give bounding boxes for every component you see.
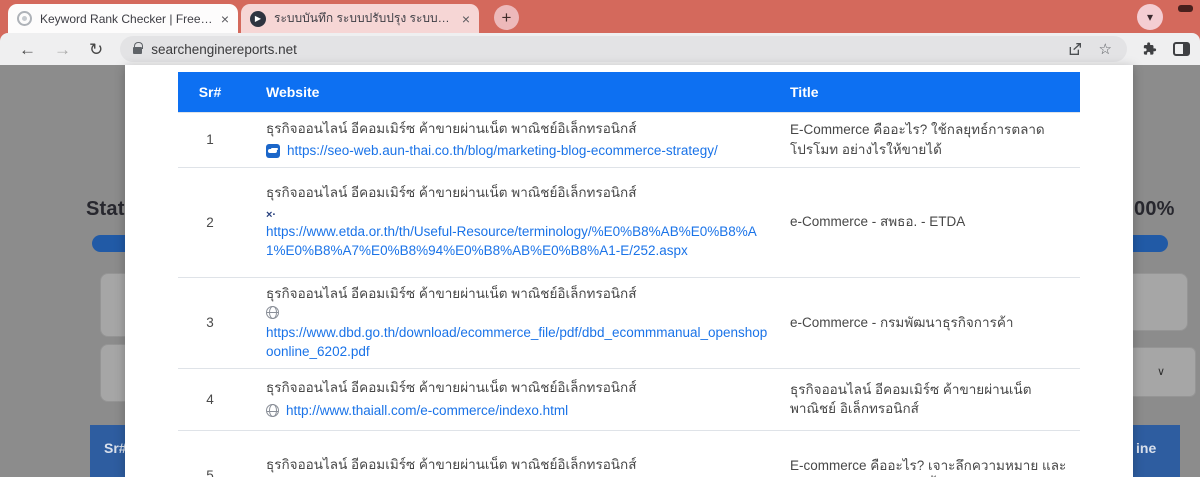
dimmed-select-dropdown[interactable]: ∨: [1124, 347, 1196, 397]
website-cell: ธุรกิจออนไลน์ อีคอมเมิร์ซ ค้าขายผ่านเน็ต…: [242, 277, 780, 368]
title-cell: ธุรกิจออนไลน์ อีคอมเมิร์ซ ค้าขายผ่านเน็ต…: [780, 368, 1080, 430]
sr-cell: 5: [178, 430, 242, 477]
bookmark-star-icon[interactable]: ☆: [1099, 40, 1112, 58]
table-header-row: Sr# Website Title: [178, 72, 1080, 112]
site-description: ธุรกิจออนไลน์ อีคอมเมิร์ซ ค้าขายผ่านเน็ต…: [266, 183, 770, 203]
tab-title: Keyword Rank Checker | Free Go: [40, 12, 215, 26]
tab-thai-system[interactable]: ▶ ระบบบันทึก ระบบปรับปรุง ระบบรายงาน ×: [241, 4, 479, 33]
tab-title: ระบบบันทึก ระบบปรับปรุง ระบบรายงาน: [274, 9, 456, 28]
share-icon[interactable]: [1067, 41, 1083, 57]
website-cell: ธุรกิจออนไลน์ อีคอมเมิร์ซ ค้าขายผ่านเน็ต…: [242, 112, 780, 167]
dimmed-percent-heading: 00%: [1134, 198, 1175, 221]
tab-strip: Keyword Rank Checker | Free Go × ▶ ระบบบ…: [0, 0, 1200, 33]
results-modal: Sr# Website Title 1 ธุรกิจออนไลน์ อีคอมเ…: [125, 65, 1133, 477]
sr-cell: 4: [178, 368, 242, 430]
side-panel-icon[interactable]: [1173, 42, 1190, 56]
browser-toolbar: ← → ↻ searchenginereports.net ☆: [0, 33, 1200, 65]
new-tab-button[interactable]: +: [494, 5, 519, 30]
extensions-puzzle-icon[interactable]: [1141, 41, 1157, 57]
site-description: ธุรกิจออนไลน์ อีคอมเมิร์ซ ค้าขายผ่านเน็ต…: [266, 284, 770, 304]
aun-thai-cloud-icon: [266, 144, 280, 158]
result-link[interactable]: https://www.etda.or.th/th/Useful-Resourc…: [266, 224, 757, 259]
page-content: Stat 00% ∨ Sr# ine Sr# Website Title 1 ธ…: [0, 65, 1200, 477]
table-row: 5 ธุรกิจออนไลน์ อีคอมเมิร์ซ ค้าขายผ่านเน…: [178, 430, 1080, 477]
tab-keyword-rank-checker[interactable]: Keyword Rank Checker | Free Go ×: [8, 4, 238, 33]
tab-search-chevron-icon[interactable]: ▾: [1137, 4, 1163, 30]
forward-button[interactable]: →: [54, 41, 71, 58]
tab2-favicon-arrow-icon: ▶: [250, 11, 266, 27]
result-link[interactable]: https://seo-web.aun-thai.co.th/blog/mark…: [287, 141, 718, 161]
reload-button[interactable]: ↻: [89, 41, 103, 58]
address-bar[interactable]: searchenginereports.net ☆: [120, 36, 1127, 62]
sr-cell: 1: [178, 112, 242, 167]
result-link[interactable]: https://www.dbd.go.th/download/ecommerce…: [266, 325, 767, 360]
dimmed-stat-heading: Stat: [86, 198, 125, 221]
title-cell: E-commerce คืออะไร? เจาะลึกความหมาย และโ…: [780, 430, 1080, 477]
chevron-down-icon: ∨: [1157, 365, 1165, 378]
sr-cell: 2: [178, 167, 242, 277]
table-row: 1 ธุรกิจออนไลน์ อีคอมเมิร์ซ ค้าขายผ่านเน…: [178, 112, 1080, 167]
table-row: 4 ธุรกิจออนไลน์ อีคอมเมิร์ซ ค้าขายผ่านเน…: [178, 368, 1080, 430]
lock-icon: [133, 47, 142, 54]
url-text[interactable]: searchenginereports.net: [151, 42, 1066, 57]
window-control-icon[interactable]: [1178, 5, 1193, 12]
title-cell: E-Commerce คืออะไร? ใช้กลยุทธ์การตลาดโปร…: [780, 112, 1080, 167]
broken-image-icon: [266, 210, 276, 221]
title-cell: e-Commerce - สพธอ. - ETDA: [780, 167, 1080, 277]
header-website: Website: [242, 72, 780, 112]
sr-cell: 3: [178, 277, 242, 368]
table-row: 2 ธุรกิจออนไลน์ อีคอมเมิร์ซ ค้าขายผ่านเน…: [178, 167, 1080, 277]
table-row: 3 ธุรกิจออนไลน์ อีคอมเมิร์ซ ค้าขายผ่านเน…: [178, 277, 1080, 368]
title-cell: e-Commerce - กรมพัฒนาธุรกิจการค้า: [780, 277, 1080, 368]
website-cell: ธุรกิจออนไลน์ อีคอมเมิร์ซ ค้าขายผ่านเน็ต…: [242, 430, 780, 477]
globe-icon: [266, 306, 279, 319]
tab1-favicon-swirl-icon: [17, 11, 32, 26]
header-sr: Sr#: [178, 72, 242, 112]
globe-icon: [266, 404, 279, 417]
tab-close-icon[interactable]: ×: [462, 12, 470, 26]
back-button[interactable]: ←: [19, 41, 36, 58]
header-title: Title: [780, 72, 1080, 112]
tab-close-icon[interactable]: ×: [221, 12, 229, 26]
site-description: ธุรกิจออนไลน์ อีคอมเมิร์ซ ค้าขายผ่านเน็ต…: [266, 378, 770, 398]
website-cell: ธุรกิจออนไลน์ อีคอมเมิร์ซ ค้าขายผ่านเน็ต…: [242, 167, 780, 277]
rank-results-table: Sr# Website Title 1 ธุรกิจออนไลน์ อีคอมเ…: [178, 72, 1080, 477]
dimmed-input-box: [1124, 273, 1188, 331]
browser-frame: Keyword Rank Checker | Free Go × ▶ ระบบบ…: [0, 0, 1200, 65]
result-link[interactable]: http://www.thaiall.com/e-commerce/indexo…: [286, 401, 568, 421]
site-description: ธุรกิจออนไลน์ อีคอมเมิร์ซ ค้าขายผ่านเน็ต…: [266, 119, 770, 139]
website-cell: ธุรกิจออนไลน์ อีคอมเมิร์ซ ค้าขายผ่านเน็ต…: [242, 368, 780, 430]
site-description: ธุรกิจออนไลน์ อีคอมเมิร์ซ ค้าขายผ่านเน็ต…: [266, 455, 770, 475]
